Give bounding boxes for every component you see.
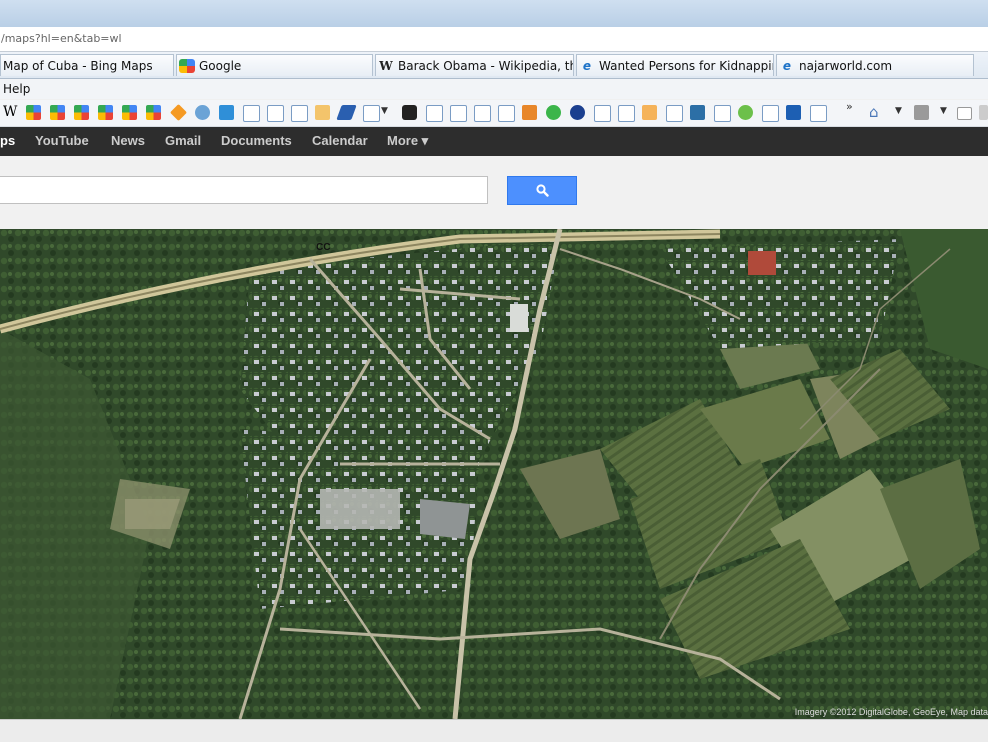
map-attribution: Imagery ©2012 DigitalGlobe, GeoEye, Map …	[794, 707, 988, 717]
tab-najarworld[interactable]: e najarworld.com	[776, 54, 974, 76]
print-icon[interactable]	[979, 105, 988, 120]
google-icon[interactable]	[146, 105, 161, 120]
bookmark-icon[interactable]	[219, 105, 234, 120]
ie-page-icon[interactable]	[810, 105, 827, 122]
globe-icon[interactable]	[738, 105, 753, 120]
ie-page-icon[interactable]	[762, 105, 779, 122]
menu-help[interactable]: Help	[3, 82, 30, 96]
maps-search-input[interactable]	[0, 176, 488, 204]
gbar-calendar[interactable]: Calendar	[312, 133, 368, 148]
chevron-down-icon[interactable]: ▼	[381, 106, 388, 116]
ie-page-icon[interactable]	[363, 105, 380, 122]
ie-page-icon[interactable]	[426, 105, 443, 122]
ie-page-icon[interactable]	[666, 105, 683, 122]
ie-page-icon: e	[782, 58, 792, 73]
road-label: CC	[316, 242, 331, 253]
bookmark-icon[interactable]	[336, 105, 357, 120]
chat-icon[interactable]	[570, 105, 585, 120]
people-icon[interactable]	[315, 105, 330, 120]
google-icon[interactable]	[26, 105, 41, 120]
window-titlebar	[0, 0, 988, 28]
home-icon[interactable]: ⌂	[869, 103, 879, 121]
address-url[interactable]: /maps?hl=en&tab=wl	[1, 32, 122, 45]
tab-wanted-persons[interactable]: e Wanted Persons for Kidnapping	[576, 54, 774, 76]
google-icon[interactable]	[74, 105, 89, 120]
ie-page-icon[interactable]	[243, 105, 260, 122]
search-area	[0, 156, 988, 230]
status-bar	[0, 719, 988, 742]
google-icon[interactable]	[98, 105, 113, 120]
ie-page-icon[interactable]	[267, 105, 284, 122]
google-bar: ps YouTube News Gmail Documents Calendar…	[0, 127, 988, 156]
bookmark-icon[interactable]	[402, 105, 417, 120]
ie-page-icon[interactable]	[498, 105, 515, 122]
bookmark-icon[interactable]	[642, 105, 657, 120]
mail-icon[interactable]	[522, 105, 537, 120]
ie-page-icon[interactable]	[474, 105, 491, 122]
tab-label: Barack Obama - Wikipedia, th...	[398, 58, 574, 73]
google-icon[interactable]	[50, 105, 65, 120]
refresh-icon[interactable]	[546, 105, 561, 120]
rss-feed-icon[interactable]	[914, 105, 929, 120]
ie-page-icon[interactable]	[450, 105, 467, 122]
wikipedia-icon: W	[379, 58, 393, 73]
ie-page-icon[interactable]	[618, 105, 635, 122]
tab-label: Map of Cuba - Bing Maps	[3, 58, 153, 73]
satellite-imagery[interactable]	[0, 229, 988, 719]
tab-wikipedia[interactable]: W Barack Obama - Wikipedia, th...	[375, 54, 574, 76]
gbar-news[interactable]: News	[111, 133, 145, 148]
gbar-more[interactable]: More ▾	[387, 133, 428, 149]
globe-icon[interactable]	[195, 105, 210, 120]
ie-page-icon[interactable]	[714, 105, 731, 122]
wikipedia-icon[interactable]: W	[3, 104, 17, 120]
diamond-icon[interactable]	[170, 104, 187, 121]
play-icon[interactable]	[690, 105, 705, 120]
ie-page-icon[interactable]	[594, 105, 611, 122]
search-icon	[535, 184, 549, 197]
gbar-gmail[interactable]: Gmail	[165, 133, 201, 148]
tab-label: Wanted Persons for Kidnapping	[599, 58, 774, 73]
bookmark-icon[interactable]	[786, 105, 801, 120]
tab-strip: Map of Cuba - Bing Maps Google W Barack …	[0, 52, 988, 79]
google-icon	[179, 58, 195, 73]
ie-page-icon: e	[582, 58, 592, 73]
tab-label: najarworld.com	[799, 58, 893, 73]
satellite-map[interactable]: CC Imagery ©2012 DigitalGlobe, GeoEye, M…	[0, 229, 988, 719]
tab-label: Google	[199, 58, 242, 73]
tab-bing-maps[interactable]: Map of Cuba - Bing Maps	[0, 54, 174, 76]
chevron-down-icon[interactable]: ▼	[940, 106, 947, 116]
gbar-youtube[interactable]: YouTube	[35, 133, 89, 148]
gbar-documents[interactable]: Documents	[221, 133, 292, 148]
address-bar[interactable]: /maps?hl=en&tab=wl	[0, 27, 988, 52]
favorites-bar: W ▼ » ⌂ ▼ ▼	[0, 100, 988, 127]
ie-page-icon[interactable]	[291, 105, 308, 122]
mail-icon[interactable]	[957, 107, 972, 120]
menu-bar: Help	[0, 79, 988, 99]
search-button[interactable]	[507, 176, 577, 205]
gbar-maps[interactable]: ps	[0, 133, 15, 148]
chevron-down-icon[interactable]: ▼	[895, 106, 902, 116]
tab-google[interactable]: Google	[176, 54, 373, 76]
favorites-overflow-icon[interactable]: »	[846, 100, 853, 113]
google-icon[interactable]	[122, 105, 137, 120]
